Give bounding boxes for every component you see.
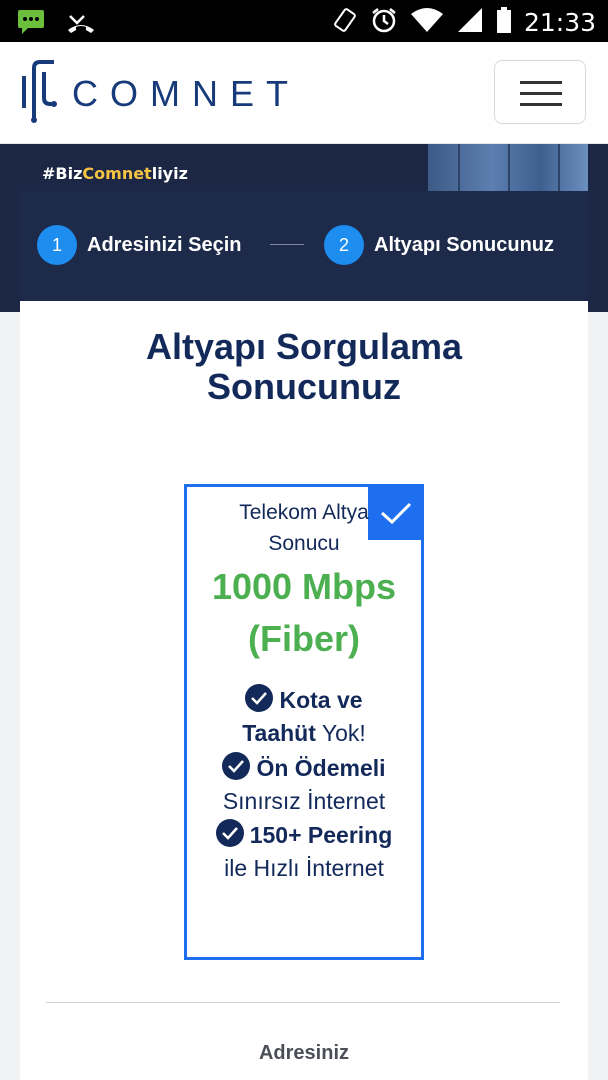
check-circle-icon	[245, 684, 274, 719]
step-number: 1	[37, 225, 77, 265]
wifi-icon	[410, 6, 444, 39]
page-title: Altyapı Sorgulama Sonucunuz	[145, 326, 463, 407]
feature-quota: Kota ve Taahüt Yok!	[187, 684, 421, 748]
feature-prepaid: Ön Ödemeli Sınırsız İnternet	[187, 752, 421, 816]
menu-button[interactable]	[494, 60, 586, 124]
signal-icon	[456, 6, 484, 39]
check-circle-icon	[215, 819, 244, 854]
address-label: Adresiniz	[258, 1042, 350, 1064]
alarm-icon	[370, 6, 398, 39]
missed-call-icon	[66, 8, 96, 39]
divider	[46, 1002, 560, 1003]
site-header: COMNET	[0, 42, 608, 144]
message-icon	[16, 8, 46, 39]
logo-text: COMNET	[72, 72, 300, 114]
banner-image	[428, 144, 588, 192]
logo-mark-icon	[20, 58, 58, 129]
step-1[interactable]: 1 Adresinizi Seçin	[37, 225, 242, 265]
result-card: Altyapı Sorgulama Sonucunuz Telekom Alty…	[20, 301, 588, 1080]
comnet-logo[interactable]: COMNET	[20, 58, 300, 129]
step-label: Altyapı Sonucunuz	[374, 233, 554, 256]
battery-icon	[496, 6, 512, 39]
clock-time: 21:33	[523, 8, 596, 37]
vibrate-icon	[332, 6, 358, 39]
hamburger-icon	[520, 81, 562, 84]
step-number: 2	[324, 225, 364, 265]
result-header: Telekom Altya Sonucu	[239, 501, 369, 555]
step-2[interactable]: 2 Altyapı Sonucunuz	[324, 225, 554, 265]
check-circle-icon	[222, 752, 251, 787]
status-bar: 21:33	[0, 0, 608, 42]
step-divider	[270, 244, 304, 245]
progress-steps: 1 Adresinizi Seçin 2 Altyapı Sonucunuz	[20, 191, 588, 301]
speed-value: 1000 Mbps (Fiber)	[211, 566, 397, 659]
step-label: Adresinizi Seçin	[87, 233, 242, 256]
infrastructure-result[interactable]: Telekom Altya Sonucu 1000 Mbps (Fiber) K…	[184, 484, 424, 960]
feature-peering: 150+ Peering ile Hızlı İnternet	[187, 819, 421, 883]
hashtag: #BizComnetliyiz	[42, 164, 188, 183]
